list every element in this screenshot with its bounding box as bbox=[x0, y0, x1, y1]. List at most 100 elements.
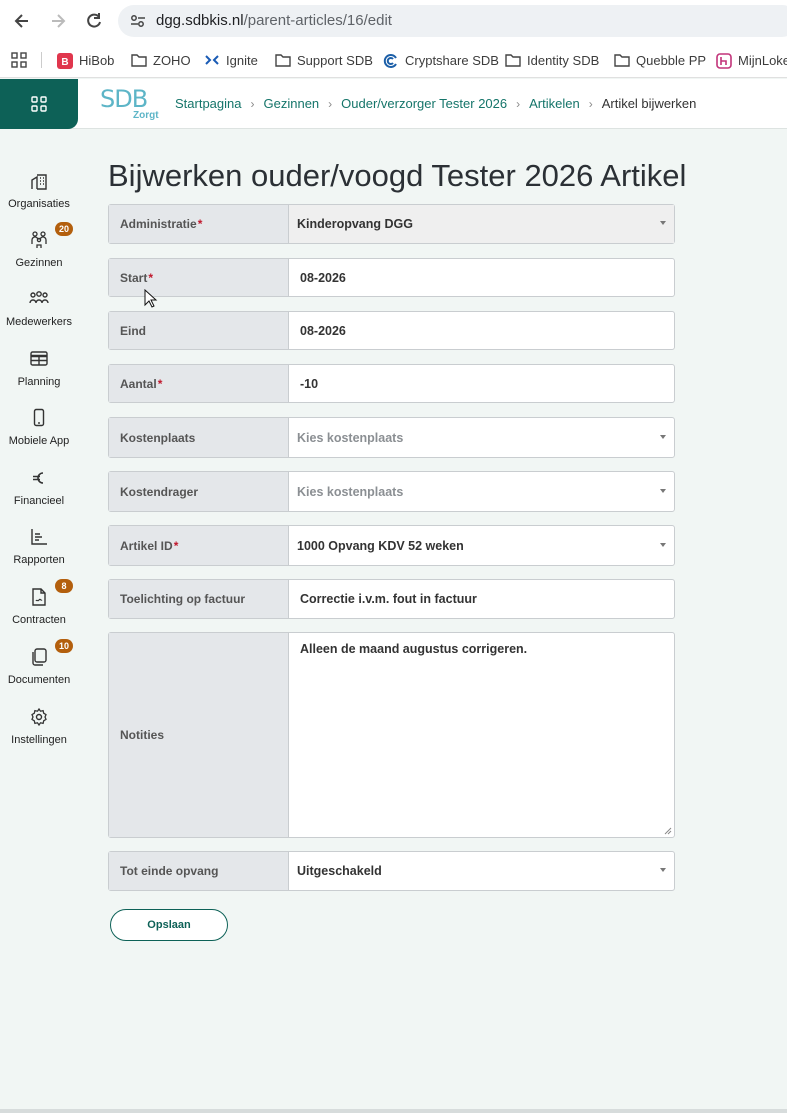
bookmark-label: HiBob bbox=[79, 52, 115, 68]
start-input[interactable]: 08-2026 bbox=[300, 259, 650, 296]
ignite-icon bbox=[204, 53, 220, 67]
label-text: Toelichting op factuur bbox=[120, 592, 246, 606]
label-text: Start bbox=[120, 270, 148, 285]
kostendrager-select[interactable]: Kies kostenplaats bbox=[297, 472, 650, 511]
breadcrumb-ouder[interactable]: Ouder/verzorger Tester 2026 bbox=[341, 96, 507, 111]
field-label: Notities bbox=[109, 633, 289, 837]
field-label: Artikel ID * bbox=[109, 526, 289, 565]
logo-subtext: Zorgt bbox=[133, 110, 159, 121]
notities-textarea[interactable]: Alleen de maand augustus corrigeren. bbox=[300, 642, 527, 656]
url-host: dgg.sdbkis.nl bbox=[156, 12, 244, 29]
page-bottom-edge bbox=[0, 1109, 787, 1113]
sidebar-item-instellingen[interactable]: Instellingen bbox=[0, 707, 78, 763]
sidebar-item-financieel[interactable]: Financieel bbox=[0, 468, 78, 524]
app-header: SDB Zorgt Startpagina › Gezinnen › Ouder… bbox=[0, 79, 787, 129]
sidebar-item-label: Instellingen bbox=[11, 734, 67, 746]
bookmark-label: MijnLoke bbox=[738, 52, 787, 68]
toelichting-input[interactable]: Correctie i.v.m. fout in factuur bbox=[300, 580, 650, 618]
caret-down-icon bbox=[660, 434, 666, 439]
bookmark-ignite[interactable]: Ignite bbox=[204, 50, 258, 70]
field-label: Administratie * bbox=[109, 205, 289, 243]
caret-down-icon bbox=[660, 221, 666, 225]
apps-grid-icon[interactable] bbox=[11, 50, 27, 70]
required-marker: * bbox=[173, 538, 179, 553]
label-text: Kostendrager bbox=[120, 484, 199, 499]
sidebar-item-rapporten[interactable]: Rapporten bbox=[0, 527, 78, 583]
sidebar-item-contracten[interactable]: 8 Contracten bbox=[0, 579, 78, 643]
folder-icon bbox=[275, 53, 291, 67]
site-settings-icon[interactable] bbox=[128, 11, 148, 31]
label-text: Artikel ID bbox=[120, 538, 173, 553]
url-text: dgg.sdbkis.nl/parent-articles/16/edit bbox=[156, 12, 392, 29]
bookmark-quebble[interactable]: Quebble PP bbox=[614, 50, 706, 70]
mijnloket-icon bbox=[716, 53, 732, 69]
bookmarks-bar: B HiBob ZOHO Ignite Support SDB Cryptsha… bbox=[0, 42, 787, 78]
sidebar-item-label: Medewerkers bbox=[5, 316, 73, 328]
bookmark-hibob[interactable]: B HiBob bbox=[57, 50, 114, 70]
url-path: /parent-articles/16/edit bbox=[243, 12, 392, 29]
folder-icon bbox=[505, 53, 521, 67]
aantal-input[interactable]: -10 bbox=[300, 365, 650, 402]
sidebar-item-gezinnen[interactable]: 20 Gezinnen bbox=[0, 222, 78, 286]
field-label: Kostenplaats bbox=[109, 418, 289, 457]
sidebar-item-label: Financieel bbox=[13, 495, 65, 507]
bookmark-mijnloket[interactable]: MijnLoke bbox=[716, 50, 787, 70]
reload-icon[interactable] bbox=[84, 11, 104, 31]
breadcrumb-startpagina[interactable]: Startpagina bbox=[175, 96, 242, 111]
building-icon bbox=[31, 174, 47, 190]
field-label: Aantal * bbox=[109, 365, 289, 402]
artikel-id-select[interactable]: 1000 Opvang KDV 52 weken bbox=[297, 526, 650, 565]
breadcrumb-artikelen[interactable]: Artikelen bbox=[529, 96, 580, 111]
field-start: Start * 08-2026 bbox=[108, 258, 675, 297]
browser-toolbar: dgg.sdbkis.nl/parent-articles/16/edit bbox=[0, 0, 787, 42]
sidebar-item-documenten[interactable]: 10 Documenten bbox=[0, 639, 78, 703]
address-bar[interactable]: dgg.sdbkis.nl/parent-articles/16/edit bbox=[118, 5, 787, 37]
save-button[interactable]: Opslaan bbox=[110, 909, 228, 941]
notification-badge: 8 bbox=[55, 579, 73, 593]
tot-einde-select[interactable]: Uitgeschakeld bbox=[297, 852, 650, 890]
sidebar-item-organisaties[interactable]: Organisaties bbox=[0, 171, 78, 227]
gear-icon bbox=[31, 707, 47, 727]
app-menu-button[interactable] bbox=[0, 79, 78, 129]
resize-handle-icon[interactable] bbox=[664, 827, 672, 835]
forward-arrow-icon[interactable] bbox=[48, 11, 68, 31]
bookmark-identity-sdb[interactable]: Identity SDB bbox=[505, 50, 599, 70]
administratie-select: Kinderopvang DGG bbox=[297, 217, 413, 231]
logo-text: SDB bbox=[100, 85, 148, 113]
field-toelichting: Toelichting op factuur Correctie i.v.m. … bbox=[108, 579, 675, 619]
page-title: Bijwerken ouder/voogd Tester 2026 Artike… bbox=[108, 158, 687, 193]
bookmark-support-sdb[interactable]: Support SDB bbox=[275, 50, 373, 70]
required-marker: * bbox=[197, 217, 203, 231]
sdb-logo[interactable]: SDB Zorgt bbox=[100, 85, 162, 123]
label-text: Kostenplaats bbox=[120, 430, 196, 445]
label-text: Aantal bbox=[120, 376, 157, 391]
chevron-right-icon: › bbox=[516, 96, 521, 111]
bookmark-cryptshare[interactable]: Cryptshare SDB bbox=[383, 50, 499, 70]
breadcrumb-current: Artikel bijwerken bbox=[601, 96, 697, 111]
field-administratie: Administratie * Kinderopvang DGG bbox=[108, 204, 675, 244]
field-notities: Notities Alleen de maand augustus corrig… bbox=[108, 632, 675, 838]
bookmark-zoho[interactable]: ZOHO bbox=[131, 50, 191, 70]
sidebar-item-planning[interactable]: Planning bbox=[0, 349, 78, 405]
kostenplaats-select[interactable]: Kies kostenplaats bbox=[297, 418, 650, 457]
field-artikel-id: Artikel ID * 1000 Opvang KDV 52 weken bbox=[108, 525, 675, 566]
eind-input[interactable]: 08-2026 bbox=[300, 312, 650, 349]
documents-icon bbox=[32, 648, 47, 666]
bookmark-label: ZOHO bbox=[153, 52, 191, 68]
field-label: Tot einde opvang bbox=[109, 852, 289, 890]
field-tot-einde-opvang: Tot einde opvang Uitgeschakeld bbox=[108, 851, 675, 891]
required-marker: * bbox=[148, 270, 154, 285]
sidebar-item-medewerkers[interactable]: Medewerkers bbox=[0, 289, 78, 345]
sidebar-item-label: Documenten bbox=[7, 674, 71, 686]
hibob-icon: B bbox=[57, 53, 73, 69]
sidebar-item-mobiele-app[interactable]: Mobiele App bbox=[0, 408, 78, 464]
bookmark-label: Support SDB bbox=[297, 52, 373, 68]
chart-icon bbox=[31, 529, 47, 545]
grid-icon bbox=[31, 96, 47, 112]
sidebar-item-label: Mobiele App bbox=[8, 435, 70, 447]
caret-down-icon bbox=[660, 868, 666, 872]
bookmark-label: Ignite bbox=[226, 52, 258, 68]
back-arrow-icon[interactable] bbox=[12, 11, 32, 31]
label-text: Administratie bbox=[120, 217, 197, 231]
breadcrumb-gezinnen[interactable]: Gezinnen bbox=[264, 96, 320, 111]
